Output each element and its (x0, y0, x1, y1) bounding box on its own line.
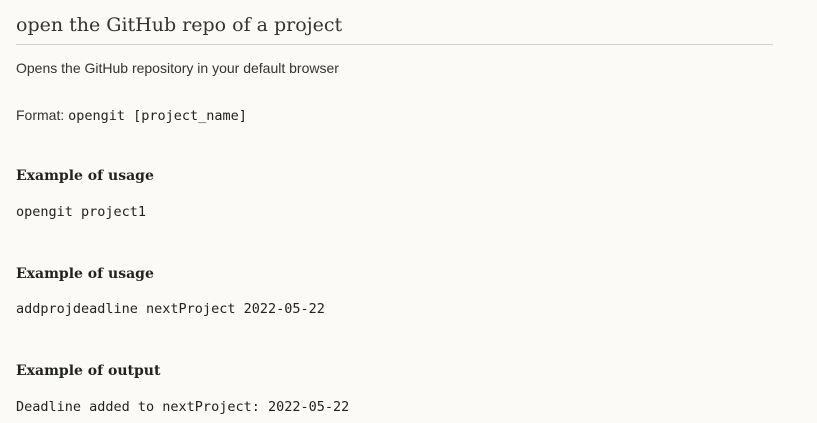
example-output-title: Example of output (16, 363, 161, 379)
section-heading: open the GitHub repo of a project (16, 0, 773, 45)
example-usage-code-1: opengit project1 (16, 204, 147, 220)
format-line: Format: opengit [project_name] (16, 106, 247, 125)
example-output-code: Deadline added to nextProject: 2022-05-2… (16, 399, 350, 415)
format-command: opengit [project_name] (68, 108, 247, 124)
example-usage-title-1: Example of usage (16, 168, 154, 184)
example-usage-title-2: Example of usage (16, 266, 154, 282)
command-description: Opens the GitHub repository in your defa… (16, 60, 339, 76)
example-usage-code-2: addprojdeadline nextProject 2022-05-22 (16, 301, 325, 317)
format-label: Format: (16, 107, 65, 123)
doc-section: open the GitHub repo of a project Opens … (16, 0, 773, 415)
